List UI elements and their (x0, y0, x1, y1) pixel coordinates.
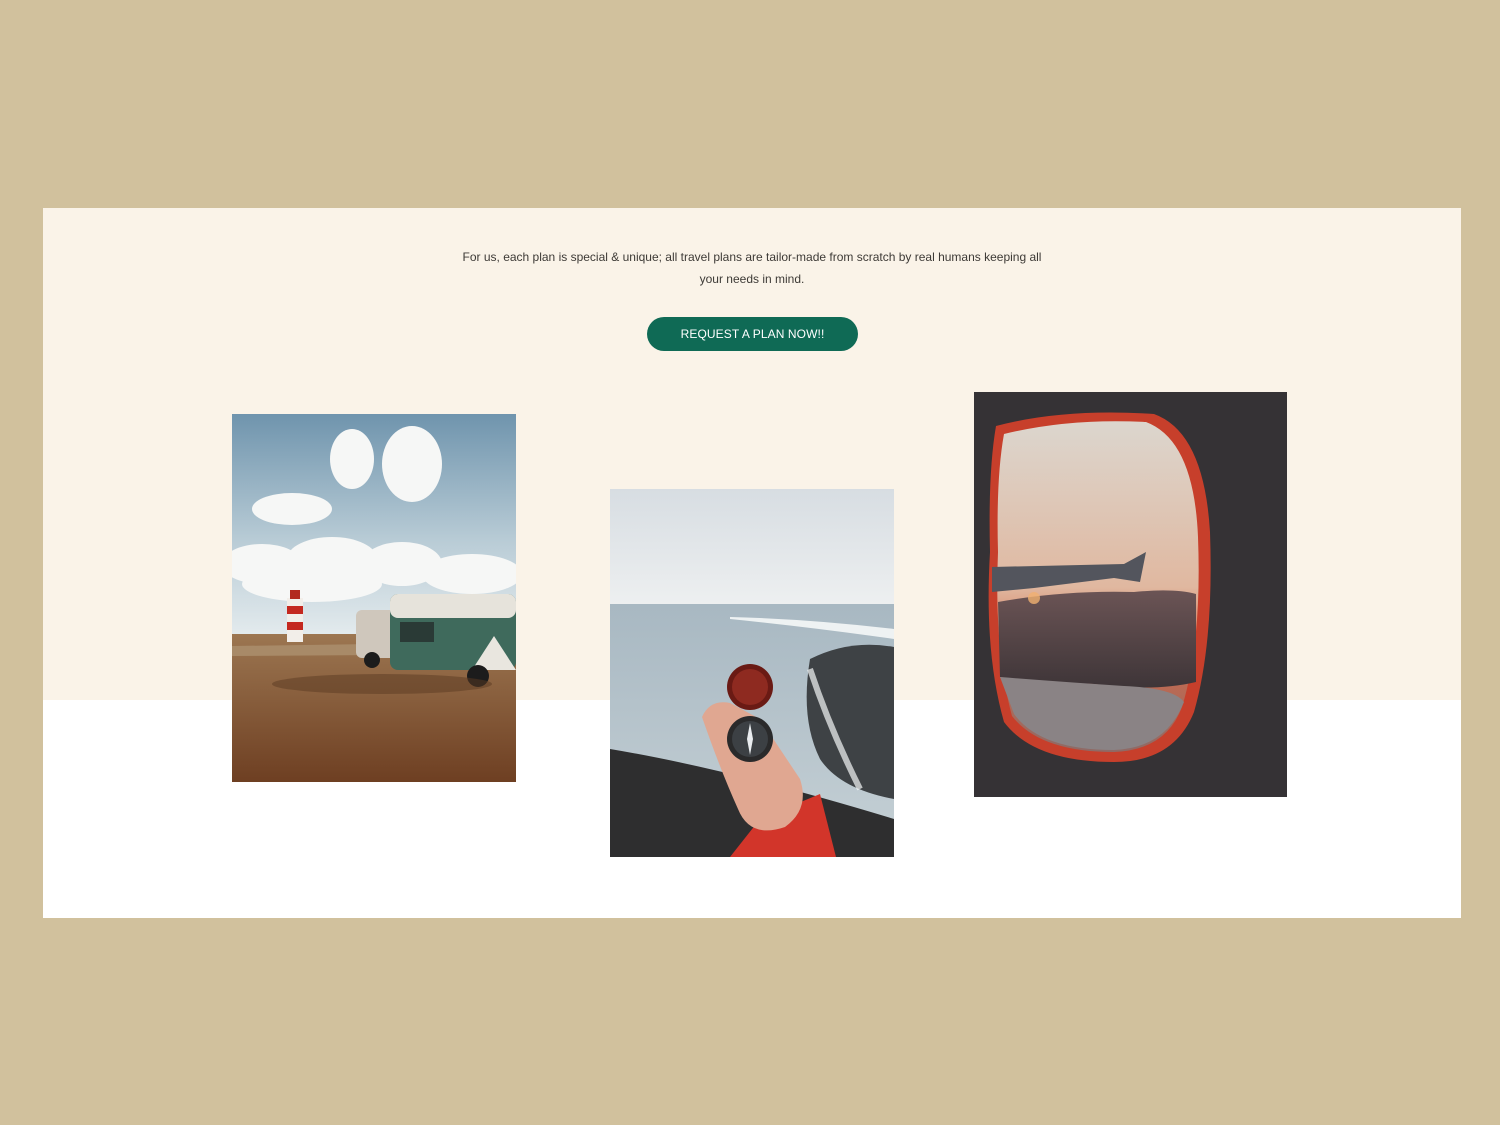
intro-text: For us, each plan is special & unique; a… (462, 250, 1042, 286)
airplane-window-photo (974, 392, 1287, 797)
request-plan-button[interactable]: REQUEST A PLAN NOW!! (647, 317, 858, 351)
travel-plan-section: For us, each plan is special & unique; a… (43, 208, 1461, 918)
lighthouse-vans-photo (232, 414, 516, 782)
compass-sea-photo (610, 489, 894, 857)
